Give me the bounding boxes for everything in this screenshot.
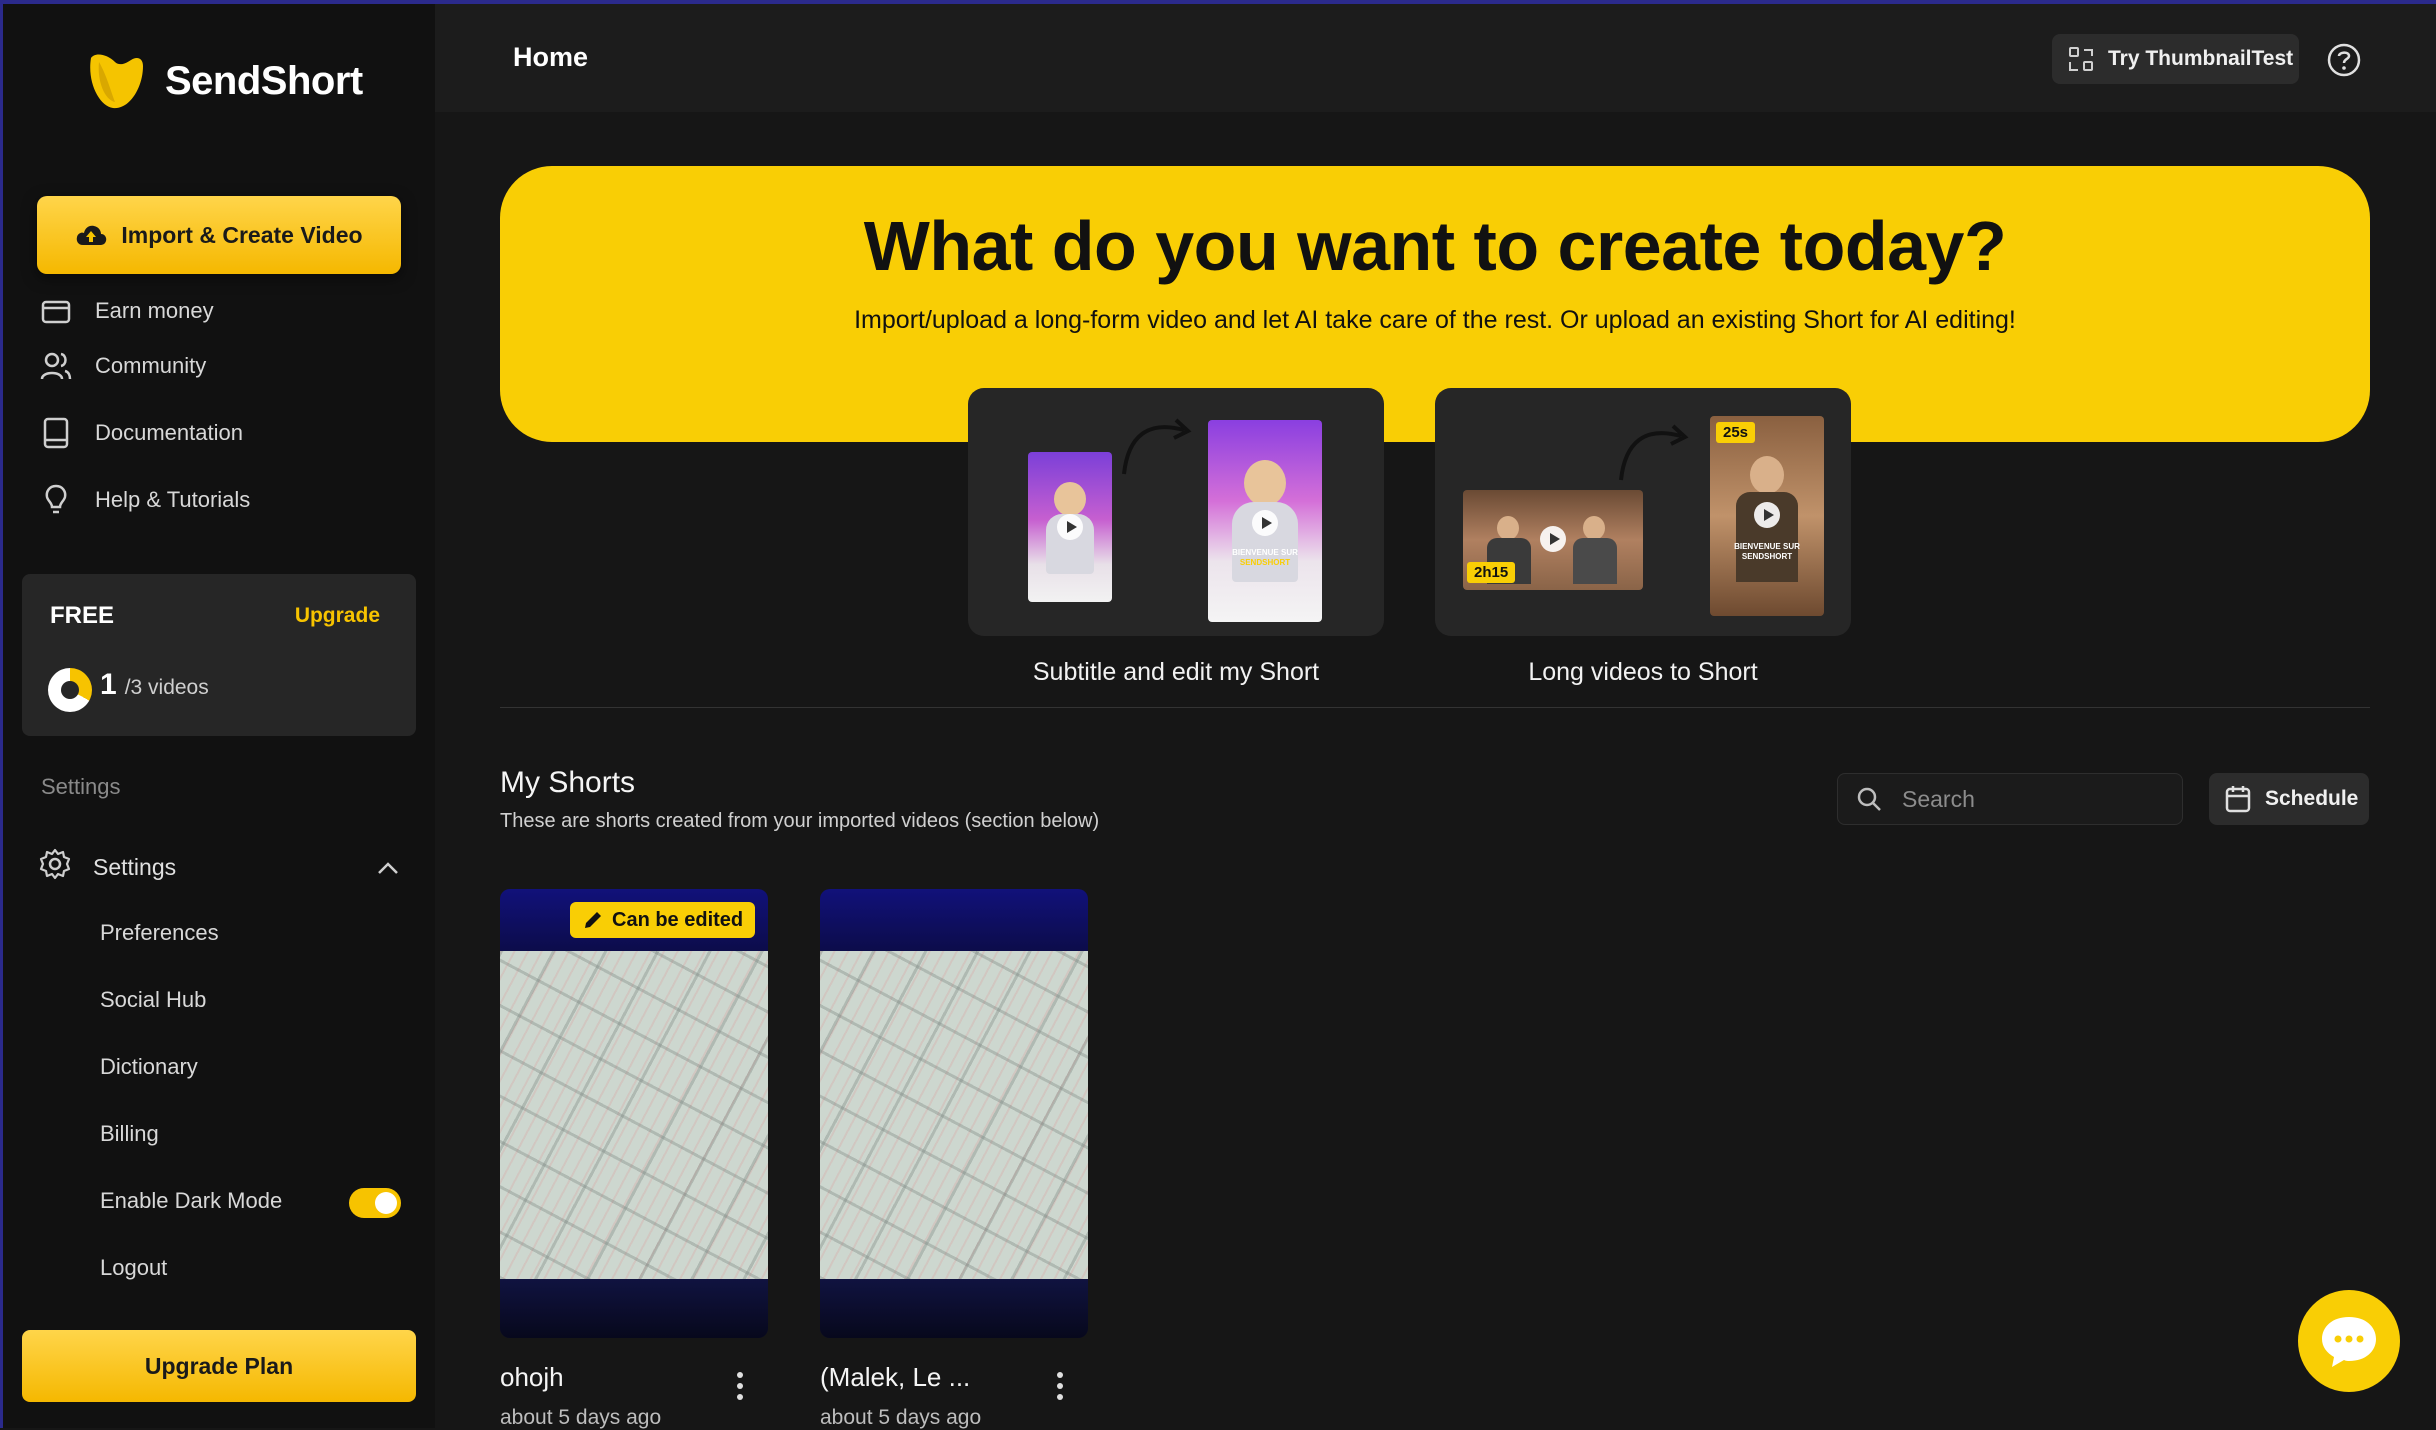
try-thumbnailtest-label: Try ThumbnailTest bbox=[2108, 47, 2294, 70]
search-icon bbox=[1857, 787, 1881, 811]
short-card-2[interactable] bbox=[820, 889, 1088, 1338]
pencil-icon bbox=[585, 912, 601, 928]
settings-item-dark-mode: Enable Dark Mode bbox=[100, 1188, 283, 1213]
app-logo[interactable]: SendShort bbox=[85, 52, 363, 110]
can-be-edited-label: Can be edited bbox=[612, 908, 744, 931]
cloud-upload-icon bbox=[77, 225, 107, 245]
play-icon bbox=[1540, 526, 1566, 552]
schedule-button[interactable]: Schedule bbox=[2209, 773, 2369, 825]
calendar-icon bbox=[2225, 786, 2251, 813]
settings-item-social-hub[interactable]: Social Hub bbox=[100, 987, 206, 1013]
book-icon bbox=[39, 416, 73, 450]
long-video-thumbnail: 2h15 bbox=[1463, 490, 1643, 590]
short-date: about 5 days ago bbox=[820, 1406, 982, 1429]
sidebar: SendShort Import & Create Video Earn mon… bbox=[3, 4, 435, 1428]
sidebar-item-label: Help & Tutorials bbox=[95, 487, 251, 512]
option-label-subtitle-edit: Subtitle and edit my Short bbox=[1032, 658, 1320, 686]
option-long-to-short[interactable]: 2h15 25s BIENVENUE SUR SENDSHORT bbox=[1435, 388, 1851, 636]
thumb-caption-line2: SENDSHORT bbox=[1741, 552, 1793, 561]
arrow-icon bbox=[1122, 418, 1192, 475]
chat-icon bbox=[2322, 1317, 2376, 1367]
play-icon bbox=[1252, 510, 1278, 536]
sidebar-item-label: Earn money bbox=[95, 298, 214, 323]
wallet-icon bbox=[39, 294, 73, 328]
chat-support-button[interactable] bbox=[2298, 1290, 2400, 1392]
section-divider bbox=[500, 707, 2370, 708]
dark-mode-toggle[interactable] bbox=[349, 1188, 401, 1218]
arrow-icon bbox=[1619, 424, 1689, 481]
page-title: Home bbox=[513, 42, 589, 72]
play-icon bbox=[1057, 514, 1083, 540]
my-shorts-subtitle: These are shorts created from your impor… bbox=[500, 810, 1100, 832]
try-thumbnailtest-button[interactable]: Try ThumbnailTest bbox=[2052, 34, 2299, 84]
top-header: Home Try ThumbnailTest bbox=[435, 4, 2436, 112]
usage-count: 1 bbox=[100, 668, 117, 701]
short-thumbnail bbox=[500, 951, 768, 1279]
sidebar-item-label: Documentation bbox=[95, 420, 243, 445]
hero-title: What do you want to create today? bbox=[863, 207, 2007, 285]
sidebar-item-community[interactable]: Community bbox=[39, 349, 206, 383]
settings-item-dictionary[interactable]: Dictionary bbox=[100, 1054, 198, 1080]
short-card-1[interactable]: Can be edited bbox=[500, 889, 768, 1338]
help-circle-icon[interactable] bbox=[2324, 40, 2364, 80]
short-thumbnail-before bbox=[1028, 452, 1112, 602]
search-input[interactable] bbox=[1900, 784, 2164, 814]
lightbulb-icon bbox=[39, 483, 73, 517]
thumb-caption-line1: BIENVENUE SUR bbox=[1734, 542, 1800, 551]
users-icon bbox=[39, 349, 73, 383]
upgrade-link[interactable]: Upgrade bbox=[295, 604, 380, 628]
more-options-icon[interactable] bbox=[1050, 1370, 1070, 1402]
hero-subtitle: Import/upload a long-form video and let … bbox=[854, 306, 2016, 334]
settings-item-billing[interactable]: Billing bbox=[100, 1121, 159, 1147]
short-thumbnail-after: BIENVENUE SUR SENDSHORT bbox=[1208, 420, 1322, 622]
gear-icon bbox=[39, 848, 71, 886]
settings-item-preferences[interactable]: Preferences bbox=[100, 920, 219, 946]
my-shorts-title: My Shorts bbox=[500, 766, 636, 799]
thumb-caption-line2: SENDSHORT bbox=[1239, 558, 1291, 567]
search-field[interactable] bbox=[1837, 773, 2183, 825]
duration-badge-long: 2h15 bbox=[1467, 562, 1516, 583]
sidebar-item-help-tutorials[interactable]: Help & Tutorials bbox=[39, 483, 250, 517]
sidebar-item-label: Community bbox=[95, 353, 207, 378]
video-usage: 1 /3 videos bbox=[48, 668, 209, 712]
settings-toggle[interactable]: Settings bbox=[39, 848, 399, 886]
short-name: (Malek, Le ... bbox=[820, 1362, 971, 1392]
compare-icon bbox=[2069, 47, 2093, 71]
app-name: SendShort bbox=[165, 58, 363, 103]
schedule-label: Schedule bbox=[2265, 787, 2359, 810]
play-icon bbox=[1754, 502, 1780, 528]
logo-icon bbox=[90, 54, 143, 109]
plan-usage-card: FREE Upgrade 1 /3 videos bbox=[22, 574, 416, 736]
can-be-edited-badge: Can be edited bbox=[570, 902, 756, 938]
more-options-icon[interactable] bbox=[730, 1370, 750, 1402]
short-name: ohojh bbox=[500, 1362, 564, 1392]
short-result-thumbnail: 25s BIENVENUE SUR SENDSHORT bbox=[1710, 416, 1824, 616]
option-label-long-to-short: Long videos to Short bbox=[1528, 658, 1758, 686]
duration-badge-short: 25s bbox=[1716, 422, 1756, 443]
settings-label: Settings bbox=[93, 853, 177, 880]
sidebar-item-documentation[interactable]: Documentation bbox=[39, 416, 243, 450]
upgrade-plan-button[interactable]: Upgrade Plan bbox=[22, 1330, 416, 1402]
usage-ring-icon bbox=[48, 668, 92, 712]
chevron-up-icon bbox=[377, 854, 399, 881]
import-create-video-button[interactable]: Import & Create Video bbox=[37, 196, 401, 274]
option-subtitle-edit-short[interactable]: BIENVENUE SUR SENDSHORT bbox=[968, 388, 1384, 636]
settings-item-logout[interactable]: Logout bbox=[100, 1255, 167, 1281]
settings-section-label: Settings bbox=[41, 774, 121, 799]
thumb-caption-line1: BIENVENUE SUR bbox=[1232, 548, 1298, 557]
sidebar-item-earn-money[interactable]: Earn money bbox=[39, 294, 214, 328]
short-thumbnail bbox=[820, 951, 1088, 1279]
import-create-video-label: Import & Create Video bbox=[121, 221, 363, 248]
plan-name: FREE bbox=[50, 602, 115, 629]
usage-total: /3 videos bbox=[124, 676, 209, 699]
short-date: about 5 days ago bbox=[500, 1406, 662, 1429]
